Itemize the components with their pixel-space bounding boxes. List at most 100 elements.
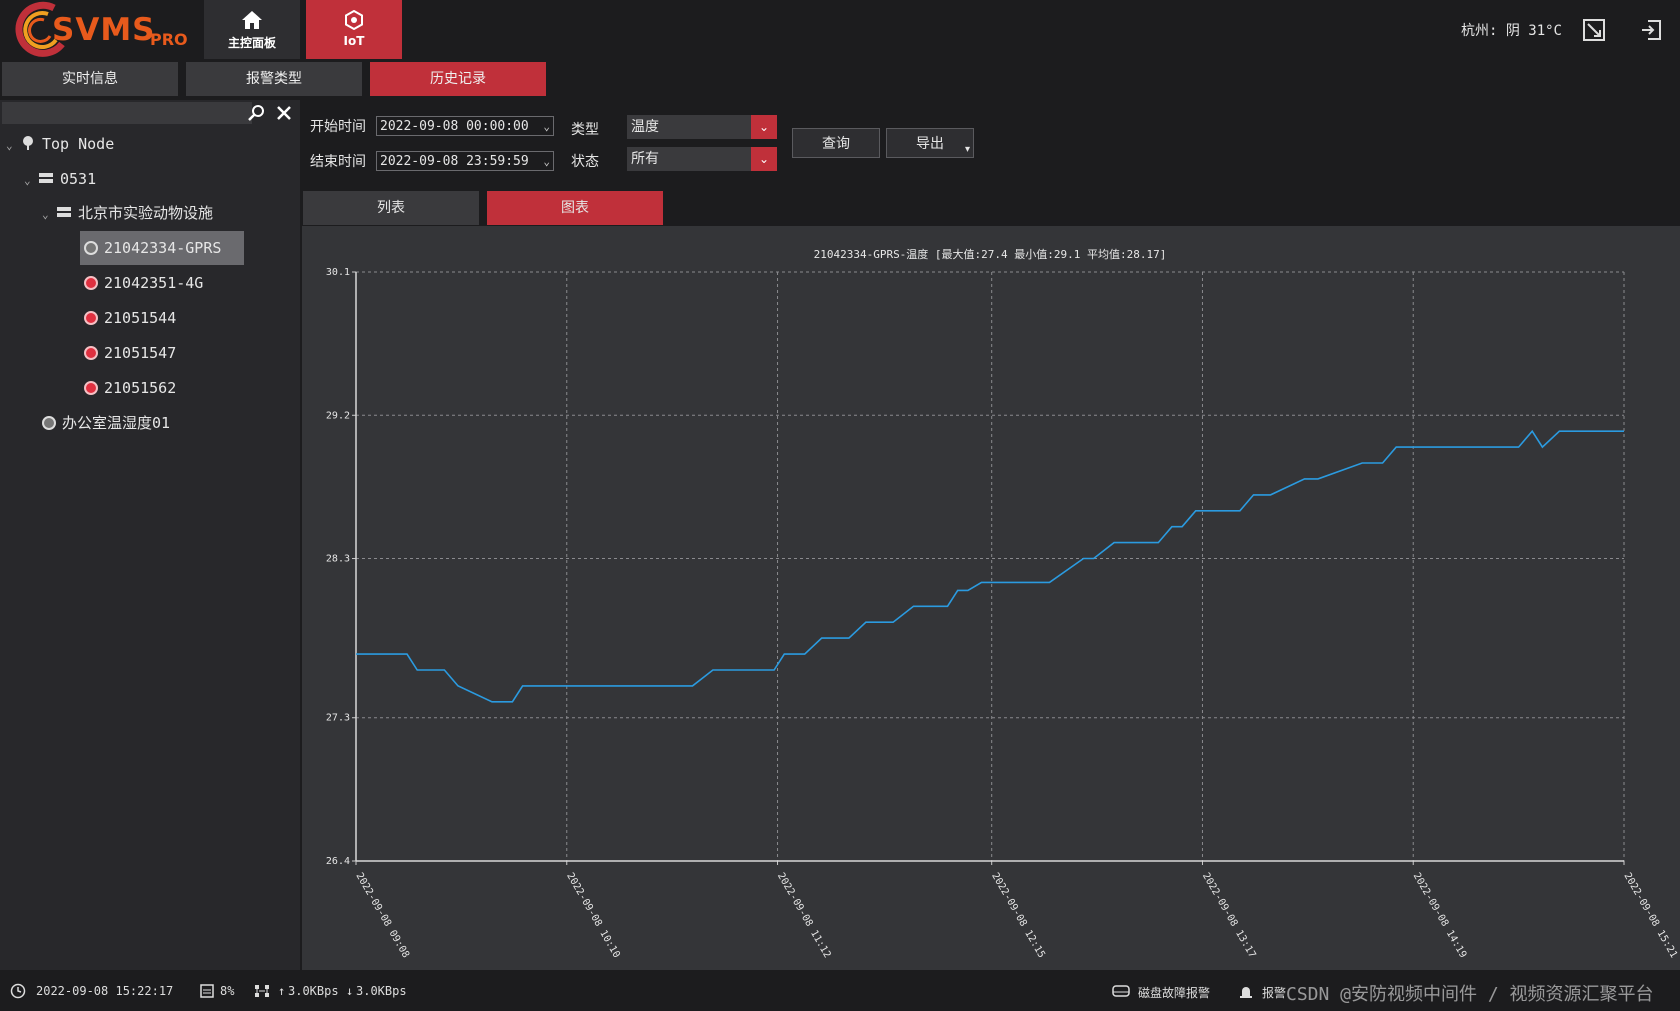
chevron-down-icon[interactable]: ⌄ [42, 198, 56, 232]
search-icon[interactable] [248, 104, 266, 122]
type-label: 类型 [571, 122, 599, 138]
tree-node-label: 北京市实验动物设施 [78, 204, 214, 222]
x-tick-label: 2022-09-08 15:21 [1621, 871, 1679, 960]
x-tick-label: 2022-09-08 14:19 [1411, 871, 1469, 960]
subtab-history[interactable]: 历史记录 [370, 62, 546, 96]
status-cpu: 8% [220, 984, 235, 998]
nav-iot-label: IoT [343, 34, 365, 48]
tree-device[interactable]: 21051547 [84, 336, 176, 370]
type-select[interactable]: 温度 ⌄ [627, 115, 777, 139]
watermark: CSDN @安防视频中间件 / 视频资源汇聚平台 [1286, 984, 1654, 1005]
x-tick-label: 2022-09-08 12:15 [989, 871, 1047, 960]
subtab-realtime[interactable]: 实时信息 [2, 62, 178, 96]
net-up-arrow-icon: ↑ [278, 984, 286, 998]
device-status-icon [84, 241, 98, 255]
x-tick-label: 2022-09-08 10:10 [564, 871, 622, 960]
status-label: 状态 [571, 154, 599, 170]
chevron-down-icon[interactable]: ⌄ [751, 147, 777, 171]
start-time-label: 开始时间 [310, 119, 366, 135]
x-tick-label: 2022-09-08 09:08 [353, 871, 411, 960]
y-tick-label: 30.1 [326, 267, 350, 278]
export-button[interactable]: 导出 ▾ [886, 128, 974, 158]
status-select[interactable]: 所有 ⌄ [627, 147, 777, 171]
status-select-value: 所有 [631, 151, 659, 167]
nav-iot-tile[interactable]: IoT [306, 0, 402, 59]
y-tick-label: 29.2 [326, 410, 350, 421]
app-logo: SVMS PRO [10, 0, 200, 60]
home-icon [242, 11, 262, 29]
chart-panel: 21042334-GPRS-温度 [最大值:27.4 最小值:29.1 平均值:… [302, 226, 1680, 970]
tree-node-group[interactable]: ⌄ 0531 [24, 162, 96, 196]
y-tick-label: 27.3 [326, 713, 350, 724]
cpu-icon [200, 984, 214, 998]
end-time-value: 2022-09-08 23:59:59 [380, 154, 529, 169]
type-select-value: 温度 [631, 119, 659, 135]
status-alarm[interactable]: 报警 [1262, 984, 1286, 1001]
tree-device[interactable]: 21042351-4G [84, 266, 203, 300]
temperature-series-line [356, 429, 1624, 703]
status-bar: 2022-09-08 15:22:17 8% ↑ 3.0KBps ↓ 3.0KB… [0, 972, 1680, 1011]
tree-device[interactable]: 办公室温湿度01 [42, 406, 170, 440]
network-icon [23, 136, 33, 150]
fullscreen-icon[interactable] [1582, 18, 1606, 42]
tree-node-root[interactable]: ⌄ Top Node [6, 127, 114, 161]
query-button[interactable]: 查询 [792, 128, 880, 158]
logo-text: SVMS [52, 12, 156, 48]
tree-search-input[interactable] [2, 102, 252, 124]
device-alarm-icon [84, 346, 98, 360]
iot-icon [345, 10, 363, 30]
end-time-picker[interactable]: 2022-09-08 23:59:59 ⌄ [376, 151, 554, 171]
tree-device-selected[interactable]: 21042334-GPRS [80, 231, 244, 265]
subtab-alarm-type[interactable]: 报警类型 [186, 62, 362, 96]
alarm-light-icon [1240, 987, 1252, 998]
tree-device-label: 21051547 [104, 344, 177, 362]
tree-node-site[interactable]: ⌄ 北京市实验动物设施 [42, 196, 213, 230]
status-disk-alarm[interactable]: 磁盘故障报警 [1138, 984, 1210, 1001]
status-datetime: 2022-09-08 15:22:17 [36, 984, 174, 998]
clear-icon[interactable] [276, 105, 292, 121]
y-tick-label: 26.4 [326, 856, 350, 867]
server-icon [39, 173, 53, 183]
logo-pro: PRO [150, 30, 188, 49]
disk-icon [1112, 985, 1130, 997]
tree-device-label: 21051544 [104, 309, 177, 327]
nav-home-tile[interactable]: 主控面板 [204, 0, 300, 59]
x-tick-label: 2022-09-08 11:12 [775, 871, 833, 960]
end-time-label: 结束时间 [310, 154, 366, 170]
history-line-chart: 21042334-GPRS-温度 [最大值:27.4 最小值:29.1 平均值:… [326, 247, 1679, 960]
logout-icon[interactable] [1640, 18, 1664, 42]
tree-node-label: 0531 [60, 170, 97, 188]
tree-device-label: 21042334-GPRS [104, 239, 222, 257]
tab-list[interactable]: 列表 [303, 191, 479, 225]
clock-icon [10, 983, 26, 999]
chevron-down-icon[interactable]: ⌄ [751, 115, 777, 139]
status-net-up: 3.0KBps [288, 984, 339, 998]
export-label: 导出 [916, 136, 944, 152]
device-alarm-icon [84, 276, 98, 290]
chevron-down-icon[interactable]: ⌄ [6, 129, 20, 163]
nav-home-label: 主控面板 [227, 36, 276, 50]
tree-device[interactable]: 21051562 [84, 371, 176, 405]
chevron-down-icon[interactable]: ⌄ [543, 117, 550, 137]
weather-readout: 杭州: 阴 31°C [1460, 23, 1562, 39]
tree-device[interactable]: 21051544 [84, 301, 176, 335]
start-time-picker[interactable]: 2022-09-08 00:00:00 ⌄ [376, 116, 554, 136]
tree-device-label: 21042351-4G [104, 274, 204, 292]
chevron-down-icon[interactable]: ⌄ [543, 152, 550, 172]
net-down-arrow-icon: ↓ [346, 984, 354, 998]
server-icon [57, 207, 71, 217]
y-tick-label: 28.3 [326, 554, 350, 565]
tab-chart[interactable]: 图表 [487, 191, 663, 225]
tree-device-label: 办公室温湿度01 [62, 414, 171, 432]
tree-node-label: Top Node [42, 135, 115, 153]
x-tick-label: 2022-09-08 13:17 [1200, 871, 1258, 960]
start-time-value: 2022-09-08 00:00:00 [380, 119, 529, 134]
tree-device-label: 21051562 [104, 379, 177, 397]
chevron-down-icon[interactable]: ⌄ [24, 164, 38, 198]
caret-down-icon[interactable]: ▾ [965, 135, 970, 165]
device-alarm-icon [84, 381, 98, 395]
status-net-down: 3.0KBps [356, 984, 407, 998]
chart-title: 21042334-GPRS-温度 [最大值:27.4 最小值:29.1 平均值:… [814, 247, 1167, 261]
network-icon [255, 985, 269, 997]
device-alarm-icon [84, 311, 98, 325]
